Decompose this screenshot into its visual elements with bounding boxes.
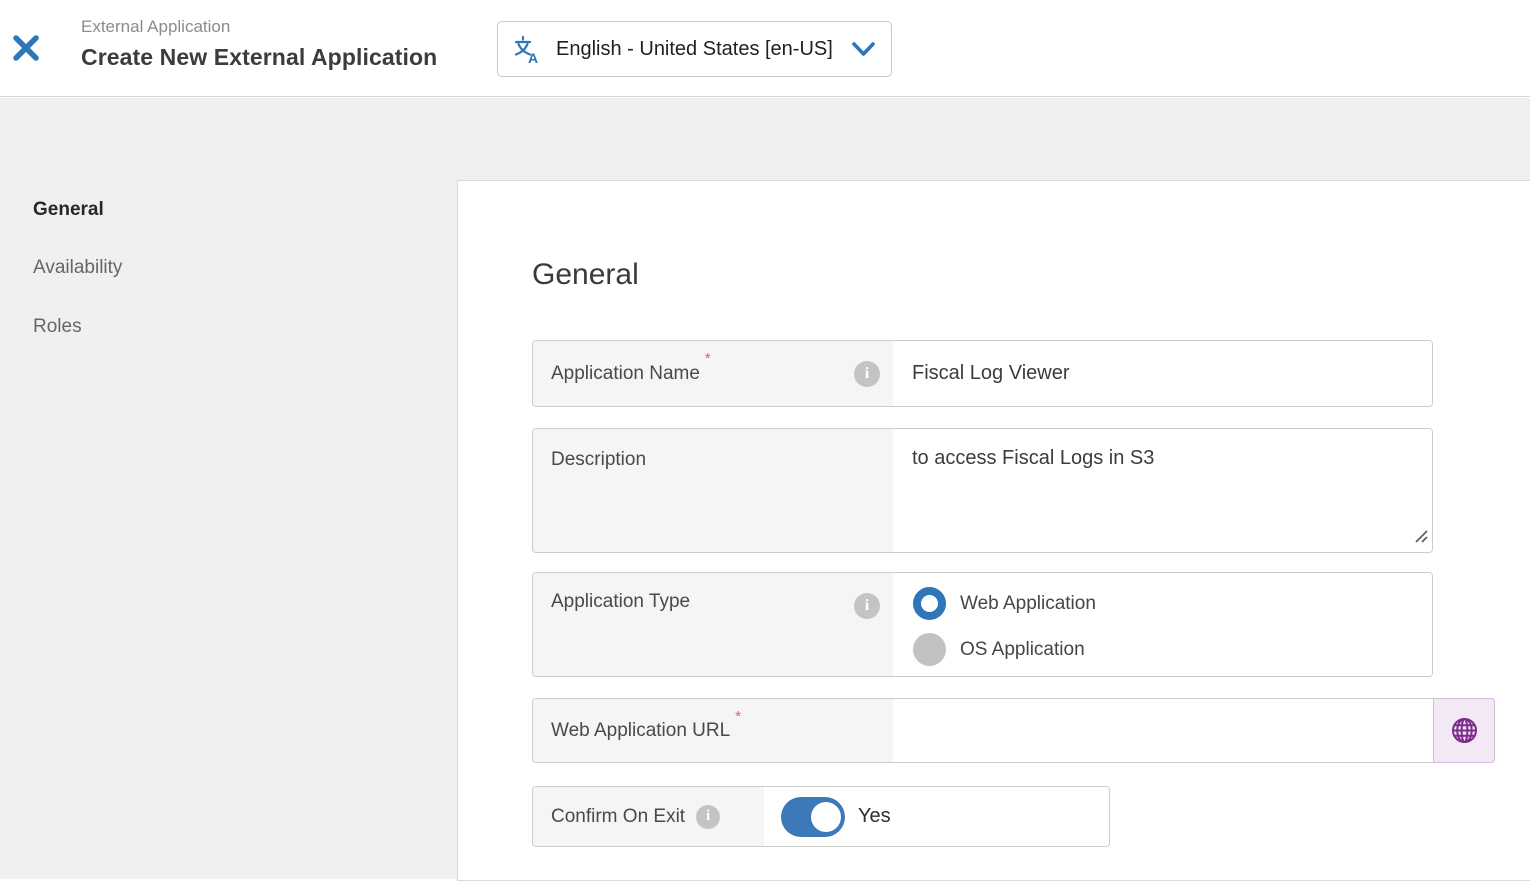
application-name-label: Application Name * i: [533, 341, 893, 406]
globe-icon: [1448, 714, 1481, 747]
chevron-down-icon: [851, 41, 876, 58]
application-name-input[interactable]: Fiscal Log Viewer: [893, 341, 1432, 406]
radio-label: OS Application: [960, 639, 1085, 661]
radio-option-os-application[interactable]: OS Application: [913, 633, 1085, 666]
header: External Application Create New External…: [0, 0, 1530, 97]
label-text: Confirm On Exit: [551, 806, 685, 828]
close-button[interactable]: [9, 31, 43, 65]
field-web-application-url: Web Application URL *: [532, 698, 1495, 763]
field-application-type: Application Type i Web Application OS Ap…: [532, 572, 1433, 677]
toggle-knob: [811, 802, 841, 832]
application-type-label: Application Type i: [533, 573, 893, 676]
field-application-name: Application Name * i Fiscal Log Viewer: [532, 340, 1433, 407]
radio-unselected-icon[interactable]: [913, 633, 946, 666]
label-text: Application Name: [551, 363, 700, 385]
web-application-url-label: Web Application URL *: [533, 699, 893, 762]
sidebar: General Availability Roles: [0, 98, 457, 879]
confirm-on-exit-label: Confirm On Exit i: [533, 787, 764, 846]
title-block: External Application Create New External…: [81, 16, 437, 72]
application-type-options: Web Application OS Application: [893, 573, 1432, 676]
label-text: Description: [551, 449, 646, 471]
label-text: Web Application URL: [551, 720, 730, 742]
page-subtitle: External Application: [81, 16, 437, 38]
language-selector[interactable]: A English - United States [en-US]: [497, 21, 892, 77]
web-application-url-input[interactable]: [893, 699, 1433, 762]
confirm-on-exit-toggle[interactable]: [781, 797, 845, 837]
open-url-button[interactable]: [1433, 698, 1495, 763]
section-heading: General: [532, 255, 639, 295]
toggle-state-label: Yes: [858, 805, 891, 828]
page-title: Create New External Application: [81, 42, 437, 72]
required-asterisk: *: [705, 350, 711, 367]
description-textarea[interactable]: to access Fiscal Logs in S3: [893, 429, 1432, 552]
sidebar-item-availability[interactable]: Availability: [33, 256, 122, 280]
sidebar-item-roles[interactable]: Roles: [33, 315, 82, 339]
info-icon[interactable]: i: [696, 805, 720, 829]
language-selected-value: English - United States [en-US]: [556, 38, 833, 61]
required-asterisk: *: [735, 708, 741, 725]
info-icon[interactable]: i: [854, 361, 880, 387]
svg-text:A: A: [528, 50, 538, 64]
page: External Application Create New External…: [0, 0, 1530, 879]
radio-option-web-application[interactable]: Web Application: [913, 587, 1096, 620]
info-icon[interactable]: i: [854, 593, 880, 619]
content-area: General Availability Roles General Appli…: [0, 98, 1530, 879]
close-icon: [11, 33, 41, 63]
radio-label: Web Application: [960, 593, 1096, 615]
field-confirm-on-exit: Confirm On Exit i Yes: [532, 786, 1110, 847]
confirm-on-exit-control: Yes: [764, 787, 1109, 846]
translate-icon: A: [513, 34, 543, 64]
sidebar-item-general[interactable]: General: [33, 198, 104, 222]
description-label: Description: [533, 429, 893, 552]
radio-selected-icon[interactable]: [913, 587, 946, 620]
field-description: Description to access Fiscal Logs in S3: [532, 428, 1433, 553]
label-text: Application Type: [551, 591, 690, 613]
resize-handle-icon[interactable]: [1414, 529, 1429, 549]
form-panel: General Application Name * i Fiscal Log …: [457, 180, 1530, 881]
